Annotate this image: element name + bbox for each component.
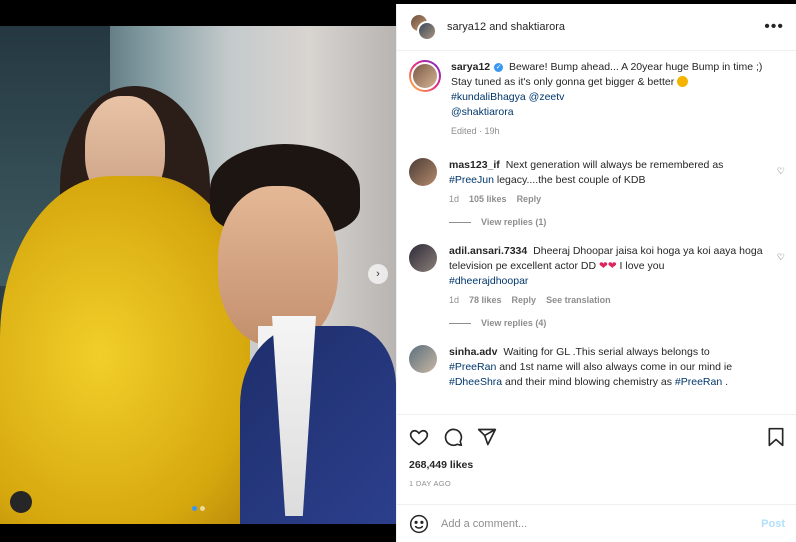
add-comment-bar: Post: [397, 504, 796, 542]
caption: sarya12 ✓ Beware! Bump ahead... A 20year …: [409, 60, 785, 136]
post-authors[interactable]: sarya12 and shaktiarora: [447, 21, 565, 33]
comment-row: mas123_if Next generation will always be…: [409, 158, 785, 204]
comment-username[interactable]: adil.ansari.7334: [449, 245, 527, 257]
hashtag-link[interactable]: #PreeRan: [675, 376, 722, 388]
comment-username[interactable]: mas123_if: [449, 159, 500, 171]
share-icon[interactable]: [477, 427, 497, 447]
post-timestamp: 1 DAY AGO: [409, 479, 452, 488]
comment-likes[interactable]: 105 likes: [469, 194, 507, 204]
comment-time: 1d: [449, 295, 460, 305]
comment-likes[interactable]: 78 likes: [469, 295, 502, 305]
comment-time: 1d: [449, 194, 460, 204]
see-translation-button[interactable]: See translation: [546, 295, 611, 305]
photo-carousel-next-button[interactable]: ›: [368, 264, 388, 284]
comment-text: legacy....the best couple of KDB: [496, 174, 646, 186]
post-sidebar: sarya12 and shaktiarora ••• sarya12 ✓ Bew…: [396, 4, 796, 542]
post-header: sarya12 and shaktiarora •••: [397, 4, 796, 51]
comment-text: and their mind blowing chemistry as: [505, 376, 672, 388]
mention-link[interactable]: @shaktiarora: [451, 106, 514, 118]
comment-text: .: [725, 376, 729, 388]
avatar[interactable]: [409, 60, 441, 92]
comments-list[interactable]: sarya12 ✓ Beware! Bump ahead... A 20year …: [397, 52, 796, 414]
like-comment-icon[interactable]: ♡: [777, 166, 785, 177]
hashtag-link[interactable]: #kundaliBhagya: [451, 91, 526, 103]
heart-eyes-emoji-icon: [677, 76, 689, 87]
collab-avatars[interactable]: [409, 13, 437, 41]
avatar[interactable]: [409, 345, 437, 373]
hashtag-link[interactable]: #PreeJun: [449, 174, 494, 186]
carousel-dot-active: [192, 506, 197, 511]
reply-button[interactable]: Reply: [517, 194, 542, 204]
comment-text: and 1st name will also always come in ou…: [499, 361, 733, 373]
comment-row: adil.ansari.7334 Dheeraj Dhoopar jaisa k…: [409, 244, 785, 305]
comment-row: sinha.adv Waiting for GL .This serial al…: [409, 345, 785, 390]
avatar[interactable]: [409, 158, 437, 186]
caption-username[interactable]: sarya12: [451, 61, 490, 73]
avatar[interactable]: [417, 21, 437, 41]
post-actions: 268,449 likes 1 DAY AGO: [397, 414, 796, 488]
verified-icon: ✓: [494, 62, 504, 72]
post-button[interactable]: Post: [761, 518, 785, 530]
avatar[interactable]: [409, 244, 437, 272]
comment-text: I love you: [619, 260, 665, 272]
post-photo[interactable]: ›: [0, 26, 396, 524]
save-icon[interactable]: [767, 427, 785, 447]
comment-text: Next generation will always be remembere…: [505, 159, 724, 171]
emoji-icon[interactable]: [409, 514, 429, 534]
comment-username[interactable]: sinha.adv: [449, 346, 497, 358]
view-replies-button[interactable]: View replies (4): [449, 318, 785, 328]
hashtag-link[interactable]: #DheeShra: [449, 376, 502, 388]
comment-icon[interactable]: [443, 427, 463, 447]
comment-meta: 1d 105 likes Reply: [449, 194, 769, 204]
like-icon[interactable]: [409, 427, 429, 447]
mention-link[interactable]: @zeetv: [529, 91, 565, 103]
view-replies-button[interactable]: View replies (1): [449, 217, 785, 227]
caption-meta: Edited · 19h: [451, 126, 500, 136]
comment-text: Waiting for GL .This serial always belon…: [503, 346, 710, 358]
more-icon[interactable]: •••: [764, 18, 784, 36]
post-media[interactable]: ›: [0, 4, 396, 542]
carousel-dot: [200, 506, 205, 511]
likes-count[interactable]: 268,449 likes: [409, 459, 785, 471]
reply-button[interactable]: Reply: [512, 295, 537, 305]
photo-tagged-user-icon[interactable]: [10, 491, 32, 513]
like-comment-icon[interactable]: ♡: [777, 252, 785, 263]
comment-input[interactable]: [441, 517, 762, 530]
photo-woman-dress: [0, 176, 250, 524]
photo-man-suit: [240, 326, 396, 524]
comment-meta: 1d 78 likes Reply See translation: [449, 295, 769, 305]
hashtag-link[interactable]: #dheerajdhoopar: [449, 275, 528, 287]
red-heart-emoji-icon: ❤: [607, 260, 617, 272]
hashtag-link[interactable]: #PreeRan: [449, 361, 496, 373]
red-heart-emoji-icon: ❤: [599, 260, 608, 272]
